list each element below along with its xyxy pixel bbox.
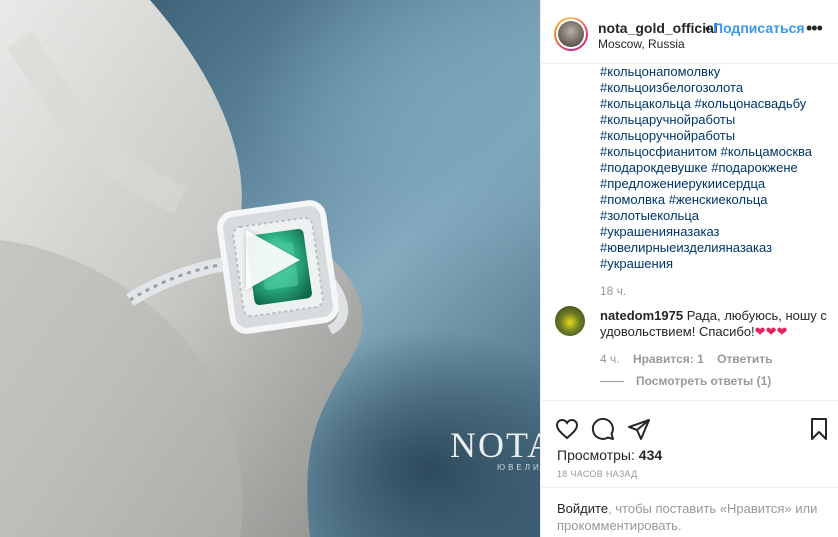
caption-hashtags: #кольцонапомолвку #кольцоизбелогозолота … xyxy=(600,64,830,272)
comment-likes-link[interactable]: Нравится: 1 xyxy=(633,352,704,366)
login-prompt-text: Войдите, чтобы поставить «Нравится» или … xyxy=(557,500,827,534)
hashtag-link[interactable]: #украшенияназаказ xyxy=(600,224,830,240)
login-link[interactable]: Войдите xyxy=(557,501,608,516)
username-link[interactable]: nota_gold_official xyxy=(598,20,718,36)
separator-dot: • xyxy=(705,20,710,36)
hashtag-link[interactable]: #предложениерукиисердца xyxy=(600,176,830,192)
comment-timestamp: 4 ч. xyxy=(600,352,620,366)
hashtag-link[interactable]: #украшения xyxy=(600,256,830,272)
login-prompt: Войдите, чтобы поставить «Нравится» или … xyxy=(541,487,838,537)
hashtag-link[interactable]: #золотыекольца xyxy=(600,208,830,224)
share-icon[interactable] xyxy=(627,417,651,441)
avatar[interactable] xyxy=(554,17,588,51)
comment-icon[interactable] xyxy=(591,417,615,441)
views-label: Просмотры: xyxy=(557,447,635,463)
views-counter[interactable]: Просмотры: 434 xyxy=(557,447,662,463)
hashtag-link[interactable]: #помолвка #женскиекольца xyxy=(600,192,830,208)
comments-scroll-area[interactable]: #кольцонапомолвку #кольцоизбелогозолота … xyxy=(541,64,838,400)
play-icon[interactable] xyxy=(232,220,312,300)
commenter-avatar[interactable] xyxy=(555,306,585,336)
brand-watermark-subtitle: ЮВЕЛИР xyxy=(497,463,540,472)
comment-meta: 4 ч. Нравится: 1 Ответить xyxy=(600,352,783,366)
comment-body: natedom1975 Рада, любуюсь, ношу с удовол… xyxy=(600,308,830,340)
post-header: nota_gold_official • Подписаться Moscow,… xyxy=(541,0,838,64)
hashtag-link[interactable]: #кольцонапомолвку xyxy=(600,64,830,80)
hashtag-link[interactable]: #кольцоизбелогозолота xyxy=(600,80,830,96)
hashtag-link[interactable]: #подарокдевушке #подарокжене xyxy=(600,160,830,176)
post-date: 18 ЧАСОВ НАЗАД xyxy=(557,469,638,479)
heart-emoji-icons: ❤❤❤ xyxy=(754,324,788,339)
view-replies-button[interactable]: Посмотреть ответы (1) xyxy=(600,374,771,388)
post-sidebar: nota_gold_official • Подписаться Moscow,… xyxy=(540,0,838,537)
caption-timestamp: 18 ч. xyxy=(600,284,627,298)
bookmark-icon[interactable] xyxy=(807,417,831,441)
post-actions: Просмотры: 434 18 ЧАСОВ НАЗАД xyxy=(541,400,838,500)
follow-button[interactable]: Подписаться xyxy=(713,20,805,36)
replies-divider xyxy=(600,381,624,383)
location-link[interactable]: Moscow, Russia xyxy=(598,37,685,51)
brand-watermark: NOTA xyxy=(450,425,540,465)
hashtag-link[interactable]: #кольцакольца #кольцонасвадьбу xyxy=(600,96,830,112)
views-count: 434 xyxy=(638,447,663,463)
post-media-video[interactable]: NOTA ЮВЕЛИР xyxy=(0,0,540,537)
commenter-username[interactable]: natedom1975 xyxy=(600,308,683,323)
hashtag-link[interactable]: #кольцаручнойработы xyxy=(600,112,830,128)
more-icon[interactable]: ••• xyxy=(806,18,823,39)
view-replies-label: Посмотреть ответы (1) xyxy=(636,374,772,388)
hashtag-link[interactable]: #кольцосфианитом #кольцамосква xyxy=(600,144,830,160)
hashtag-link[interactable]: #кольцоручнойработы xyxy=(600,128,830,144)
heart-icon[interactable] xyxy=(555,417,579,441)
hashtag-link[interactable]: #ювелирныеизделияназаказ xyxy=(600,240,830,256)
reply-button[interactable]: Ответить xyxy=(717,352,772,366)
